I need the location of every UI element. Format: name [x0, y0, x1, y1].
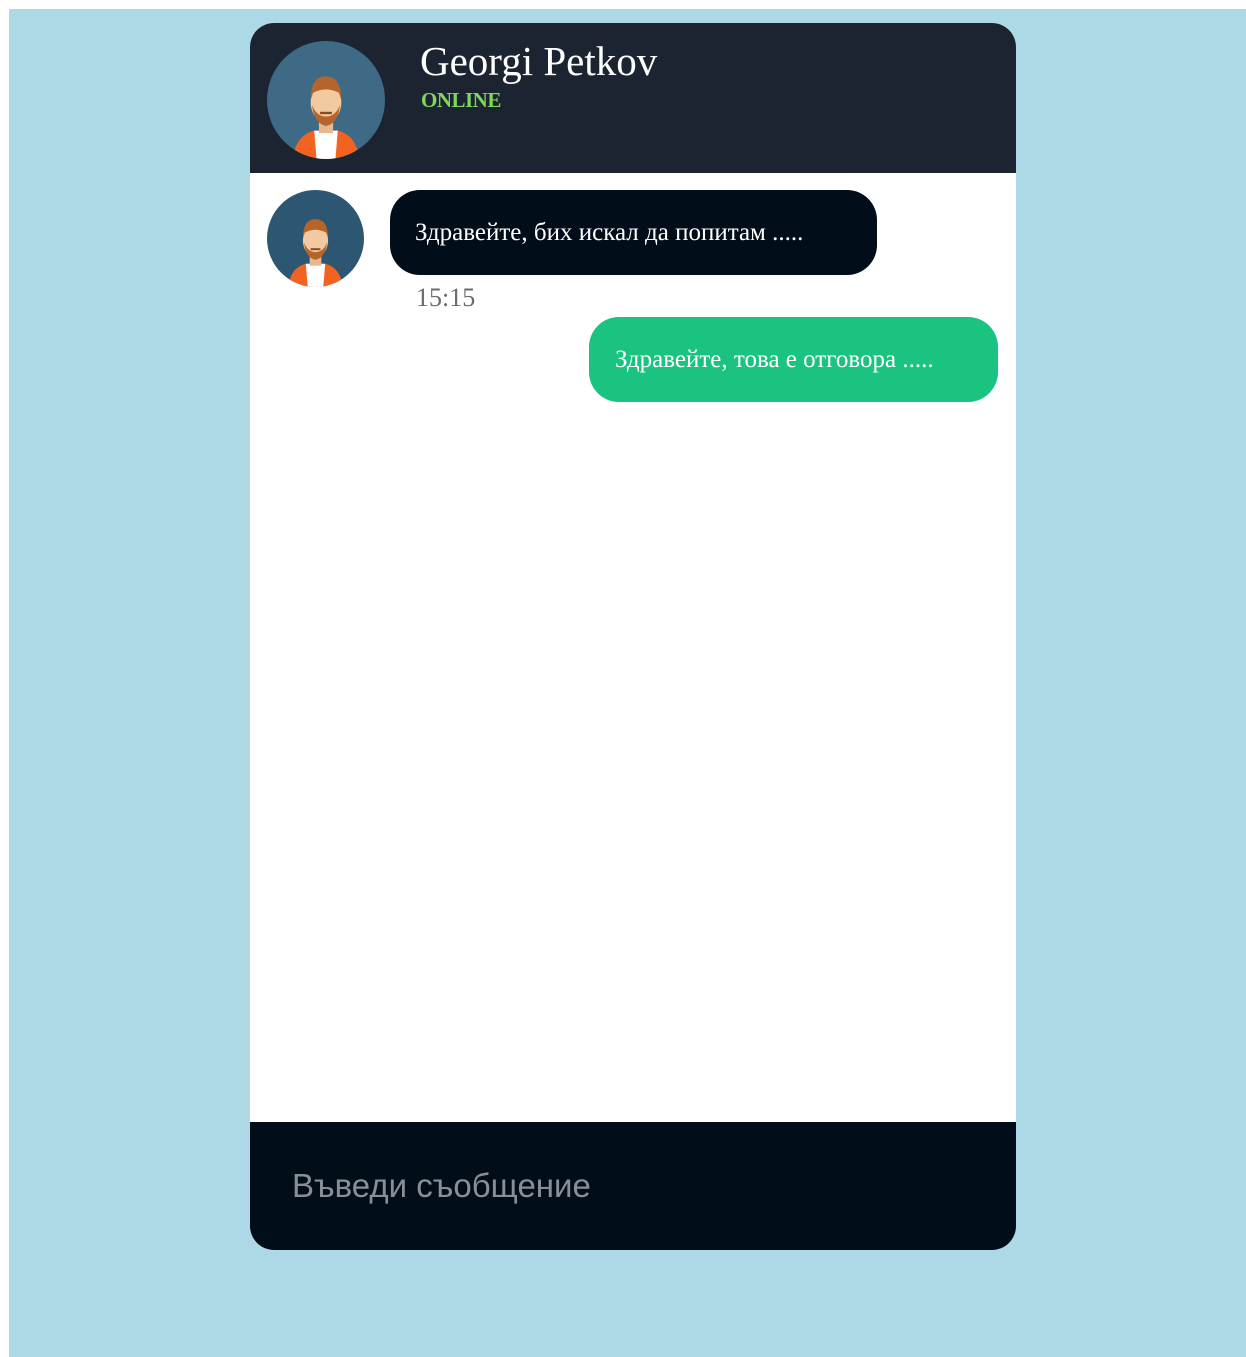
- contact-name: Georgi Petkov: [420, 38, 658, 84]
- outgoing-message-bubble: Здравейте, това е отговора .....: [589, 317, 998, 402]
- male-avatar-icon[interactable]: [267, 41, 385, 159]
- chat-header: Georgi Petkov ONLINE: [250, 23, 1016, 173]
- message-timestamp: 15:15: [416, 283, 476, 312]
- message-list[interactable]: Здравейте, бих искал да попитам ..... 15…: [250, 173, 1016, 1122]
- page-background: Georgi Petkov ONLINE Здравейте, бих иска…: [9, 9, 1246, 1357]
- message-input[interactable]: [280, 1152, 980, 1220]
- chat-window: Georgi Petkov ONLINE Здравейте, бих иска…: [250, 23, 1016, 1250]
- incoming-message-bubble: Здравейте, бих искал да попитам .....: [390, 190, 877, 275]
- male-avatar-icon: [267, 190, 364, 287]
- composer-bar: [250, 1122, 1016, 1250]
- status-online: ONLINE: [421, 88, 501, 112]
